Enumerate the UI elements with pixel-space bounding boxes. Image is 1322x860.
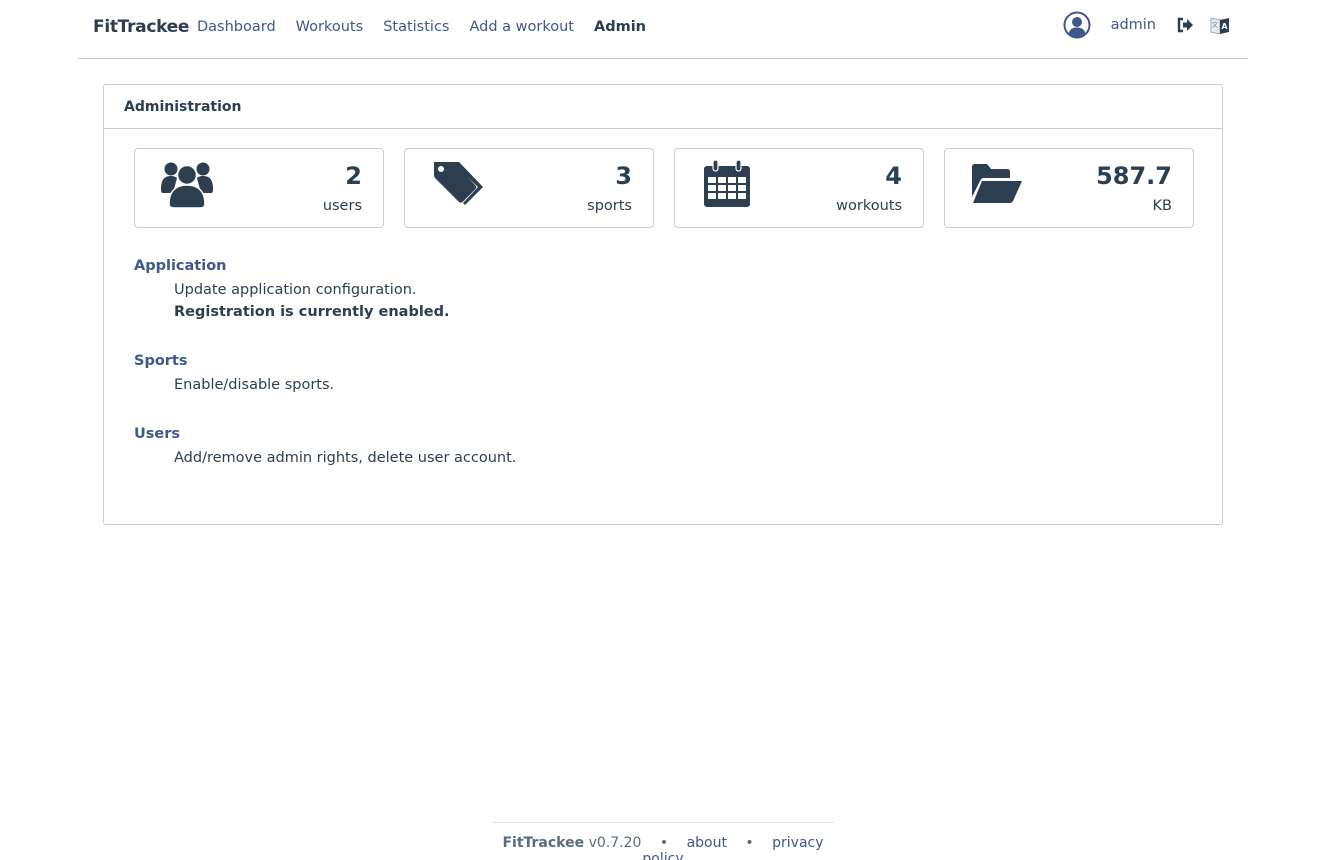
navbar: FitTrackee Dashboard Workouts Statistics… xyxy=(78,0,1248,59)
card-title: Administration xyxy=(104,85,1222,129)
nav-links: Dashboard Workouts Statistics Add a work… xyxy=(197,19,666,35)
stat-workouts-label: workouts xyxy=(836,198,902,214)
footer: FitTrackee v0.7.20 • about • privacy pol… xyxy=(492,822,834,860)
users-link[interactable]: Users xyxy=(134,425,516,443)
admin-sections: Application Update application configura… xyxy=(134,257,516,498)
footer-app-name: FitTrackee xyxy=(502,835,585,851)
footer-privacy-link[interactable]: privacy policy xyxy=(642,835,823,860)
nav-admin[interactable]: Admin xyxy=(594,19,646,35)
users-description: Add/remove admin rights, delete user acc… xyxy=(174,450,517,466)
stat-users-label: users xyxy=(322,198,362,214)
nav-dashboard[interactable]: Dashboard xyxy=(197,19,276,35)
section-sports: Sports Enable/disable sports. xyxy=(134,352,516,396)
section-users: Users Add/remove admin rights, delete us… xyxy=(134,425,516,469)
sign-out-icon[interactable] xyxy=(1176,16,1194,34)
stat-storage: 587.7 KB xyxy=(944,148,1194,228)
nav-statistics[interactable]: Statistics xyxy=(383,19,449,35)
user-circle-icon[interactable] xyxy=(1063,11,1091,39)
stat-storage-label: KB xyxy=(1152,198,1172,214)
stat-sports: 3 sports xyxy=(404,148,654,228)
stat-users: 2 users xyxy=(134,148,384,228)
language-icon[interactable]: A 文 xyxy=(1210,15,1230,35)
brand-logo[interactable]: FitTrackee xyxy=(93,17,189,37)
application-link[interactable]: Application xyxy=(134,257,516,275)
stat-sports-label: sports xyxy=(587,198,632,214)
sports-description: Enable/disable sports. xyxy=(174,377,335,393)
stat-users-value: 2 xyxy=(345,162,362,190)
stats-row: 2 users 3 sports 4 workouts 587.7 KB xyxy=(134,148,1194,228)
tags-icon xyxy=(434,162,483,205)
nav-add-workout[interactable]: Add a workout xyxy=(469,19,574,35)
registration-status: Registration is currently enabled. xyxy=(174,304,450,320)
calendar-icon xyxy=(704,159,750,207)
footer-separator: • xyxy=(745,835,754,851)
stat-workouts: 4 workouts xyxy=(674,148,924,228)
nav-workouts[interactable]: Workouts xyxy=(296,19,364,35)
footer-version: v0.7.20 xyxy=(588,835,642,851)
folder-open-icon xyxy=(972,164,1022,203)
users-icon xyxy=(161,162,213,209)
username-link[interactable]: admin xyxy=(1111,17,1156,33)
footer-separator: • xyxy=(659,835,669,851)
application-description: Update application configuration. xyxy=(174,282,417,298)
stat-sports-value: 3 xyxy=(615,162,632,190)
section-application: Application Update application configura… xyxy=(134,257,516,323)
stat-workouts-value: 4 xyxy=(885,162,902,190)
svg-text:A: A xyxy=(1221,22,1228,31)
footer-about-link[interactable]: about xyxy=(687,835,727,851)
stat-storage-value: 587.7 xyxy=(1096,162,1172,190)
sports-link[interactable]: Sports xyxy=(134,352,516,370)
administration-card: Administration 2 users 3 sports 4 workou… xyxy=(103,84,1223,525)
nav-right: admin A 文 xyxy=(1063,11,1230,39)
svg-text:文: 文 xyxy=(1212,21,1218,29)
